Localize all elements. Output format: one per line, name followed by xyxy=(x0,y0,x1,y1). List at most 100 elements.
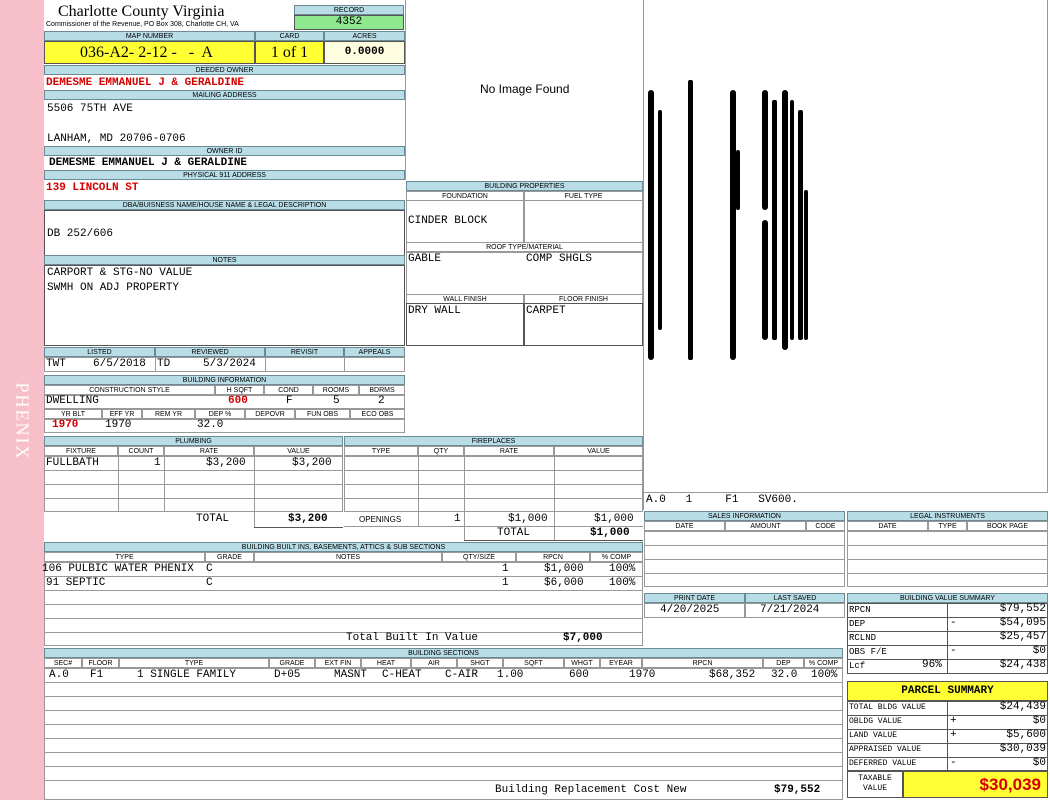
sketch-caption: A.0 1 F1 SV600. xyxy=(646,494,798,506)
listed-date: 6/5/2018 xyxy=(93,358,146,370)
sections-comp: 100% xyxy=(811,669,838,681)
builtins-col-rpcn: RPCN xyxy=(516,552,590,562)
map-number-value: 036-A2- 2-12 - - A xyxy=(44,41,255,64)
fireplaces-openings-rate: $1,000 xyxy=(508,513,548,525)
bdrms-value: 2 xyxy=(378,395,385,407)
fireplaces-rowline xyxy=(344,484,643,485)
builtins-total-label: Total Built In Value xyxy=(346,632,479,644)
sections-label: BUILDING SECTIONS xyxy=(44,648,843,658)
parcel-colline xyxy=(947,701,948,771)
fireplaces-label: FIREPLACES xyxy=(344,436,643,446)
last-saved-value: 7/21/2024 xyxy=(760,604,820,616)
deppct-label: DEP % xyxy=(195,409,245,419)
ps-obldg-label: OBLDG VALUE xyxy=(849,717,902,726)
rooms-value: 5 xyxy=(333,395,340,407)
legal-description-label: DBA/BUISNESS NAME/HOUSE NAME & LEGAL DES… xyxy=(44,200,405,210)
ps-total-bldg-value: $24,439 xyxy=(999,701,1046,713)
remyr-label: REM YR xyxy=(142,409,195,419)
vs-obs-value: $0 xyxy=(1032,645,1046,657)
plumbing-total-line xyxy=(254,527,343,528)
builtins-row1-rpcn: $1,000 xyxy=(544,563,584,575)
builtins-col-comp: % COMP xyxy=(590,552,643,562)
effyr-value: 1970 xyxy=(105,419,132,431)
floor-finish-value: CARPET xyxy=(526,305,566,317)
builtins-row2-qty: 1 xyxy=(502,577,509,589)
vs-lcf-value: $24,438 xyxy=(999,659,1046,671)
plumbing-rowline xyxy=(44,484,343,485)
no-image-text: No Image Found xyxy=(480,82,570,96)
builtins-col-grade: GRADE xyxy=(205,552,254,562)
roof-material-value: COMP SHGLS xyxy=(526,253,593,265)
deeded-owner-value: DEMESME EMMANUEL J & GERALDINE xyxy=(46,77,245,89)
plumbing-colline xyxy=(254,456,255,528)
sections-rowline xyxy=(44,766,843,767)
notes-label: NOTES xyxy=(44,255,405,265)
sections-rowline xyxy=(44,682,843,683)
county-title: Charlotte County Virginia xyxy=(58,3,225,20)
builtins-rowline xyxy=(44,618,643,619)
builtins-row1-type: 106 PULBIC WATER PHENIX xyxy=(42,563,194,575)
commissioner-text: Commissioner of the Revenue, PO Box 308,… xyxy=(46,21,239,28)
plumbing-col-value: VALUE xyxy=(254,446,343,456)
ps-appraised-value: $30,039 xyxy=(999,743,1046,755)
sections-grade: D+05 xyxy=(274,669,301,681)
sections-col-dep: DEP xyxy=(763,658,804,668)
listing-divider xyxy=(155,357,156,372)
sections-header-row: SEC# FLOOR TYPE GRADE EXT FIN HEAT AIR S… xyxy=(44,658,843,668)
ps-total-bldg-label: TOTAL BLDG VALUE xyxy=(849,703,926,712)
fireplaces-col-type: TYPE xyxy=(344,446,418,456)
sales-label: SALES INFORMATION xyxy=(644,511,845,521)
vs-rpcn-value: $79,552 xyxy=(999,603,1046,615)
fuel-box xyxy=(524,200,643,243)
fireplaces-col-value: VALUE xyxy=(554,446,643,456)
ps-deferred-label: DEFERRED VALUE xyxy=(849,759,917,768)
physical-address-value: 139 LINCOLN ST xyxy=(46,182,139,194)
mailing-line2: LANHAM, MD 20706-0706 xyxy=(47,133,186,145)
acres-value: 0.0000 xyxy=(324,41,405,64)
fireplaces-rowline xyxy=(344,498,643,499)
yrblt-label: YR BLT xyxy=(44,409,102,419)
plumbing-colline xyxy=(164,456,165,512)
builtins-rowline xyxy=(44,590,643,591)
owner-id-label: OWNER ID xyxy=(44,146,405,156)
sections-rowline xyxy=(44,710,843,711)
builtins-total-value: $7,000 xyxy=(563,632,603,644)
builtins-rowline xyxy=(44,632,643,633)
builtins-row2-grade: C xyxy=(206,577,213,589)
plumbing-label: PLUMBING xyxy=(44,436,343,446)
effyr-label: EFF YR xyxy=(102,409,142,419)
legal-col-book: BOOK PAGE xyxy=(967,521,1048,531)
ps-obldg-value: $0 xyxy=(1032,715,1046,727)
mailing-line1: 5506 75TH AVE xyxy=(47,103,133,115)
plumbing-value: $3,200 xyxy=(292,457,332,469)
vs-obs-label: OBS F/E xyxy=(849,647,887,657)
fireplaces-total-value: $1,000 xyxy=(590,527,630,539)
physical-address-label: PHYSICAL 911 ADDRESS xyxy=(44,170,405,180)
sections-eyear: 1970 xyxy=(629,669,656,681)
appeals-label: APPEALS xyxy=(344,347,405,357)
sections-dep: 32.0 xyxy=(771,669,798,681)
hsqft-value: 600 xyxy=(228,395,248,407)
sales-rowline xyxy=(644,559,845,560)
plumbing-rowline xyxy=(44,498,343,499)
builtins-label: BUILDING BUILT INS, BASEMENTS, ATTICS & … xyxy=(44,542,643,552)
ps-appraised-label: APPRAISED VALUE xyxy=(849,745,922,754)
value-summary-label: BUILDING VALUE SUMMARY xyxy=(847,593,1048,603)
ecoobs-label: ECO OBS xyxy=(350,409,405,419)
fireplaces-openings-qty: 1 xyxy=(454,513,461,525)
plumbing-count: 1 xyxy=(154,457,161,469)
sales-col-date: DATE xyxy=(644,521,725,531)
legal-rowline xyxy=(847,545,1048,546)
building-properties-label: BUILDING PROPERTIES xyxy=(406,181,643,191)
ps-land-label: LAND VALUE xyxy=(849,731,898,740)
fireplaces-colline xyxy=(418,456,419,526)
plumbing-fixture: FULLBATH xyxy=(46,457,99,469)
vs-dep-value: $54,095 xyxy=(999,617,1046,629)
print-date-label: PRINT DATE xyxy=(644,593,745,603)
cond-label: COND xyxy=(264,385,313,395)
builtins-row2-rpcn: $6,000 xyxy=(544,577,584,589)
record-value: 4352 xyxy=(294,15,404,30)
sections-col-eyear: EYEAR xyxy=(600,658,642,668)
sections-total-value: $79,552 xyxy=(774,784,821,796)
sidebar-label: PHENIX xyxy=(12,382,33,461)
